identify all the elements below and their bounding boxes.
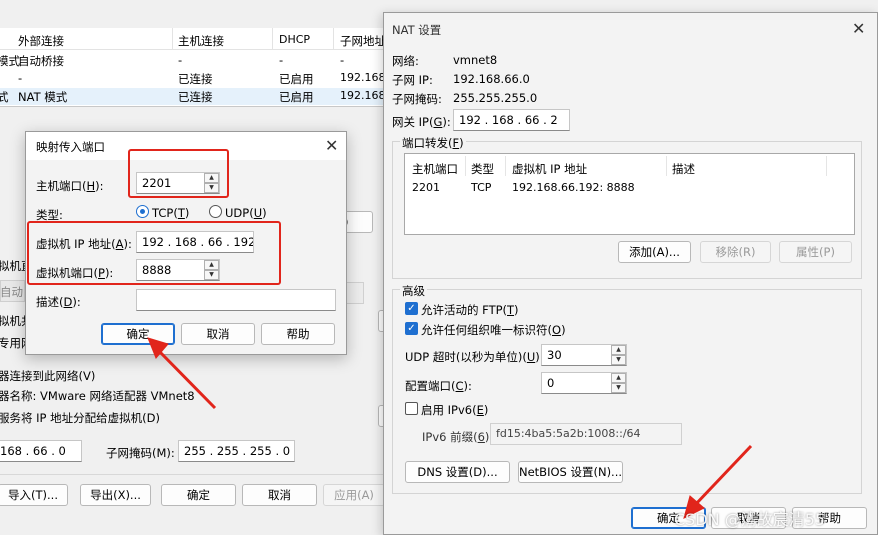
annotation-arrows (147, 337, 753, 519)
arrow-to-port-ok (147, 337, 217, 410)
watermark: CSDN @清故宸清55 (674, 510, 826, 529)
